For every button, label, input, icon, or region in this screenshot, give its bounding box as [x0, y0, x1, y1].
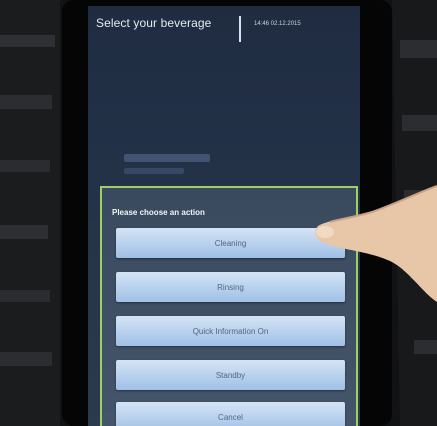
- action-dialog: Please choose an action Cleaning Rinsing…: [100, 186, 358, 426]
- screen-title: Select your beverage: [96, 16, 212, 30]
- standby-button[interactable]: Standby: [116, 360, 345, 390]
- touch-screen: Select your beverage 14:46 02.12.2015 Pl…: [88, 6, 360, 426]
- cleaning-button[interactable]: Cleaning: [116, 228, 345, 258]
- header-divider: [239, 16, 241, 42]
- background-blur-2: [124, 168, 184, 174]
- background-blur: [124, 154, 210, 162]
- rinsing-button[interactable]: Rinsing: [116, 272, 345, 302]
- dialog-prompt: Please choose an action: [112, 208, 205, 217]
- quick-information-button[interactable]: Quick Information On: [116, 316, 345, 346]
- cancel-button[interactable]: Cancel: [116, 402, 345, 426]
- datetime-display: 14:46 02.12.2015: [254, 21, 301, 27]
